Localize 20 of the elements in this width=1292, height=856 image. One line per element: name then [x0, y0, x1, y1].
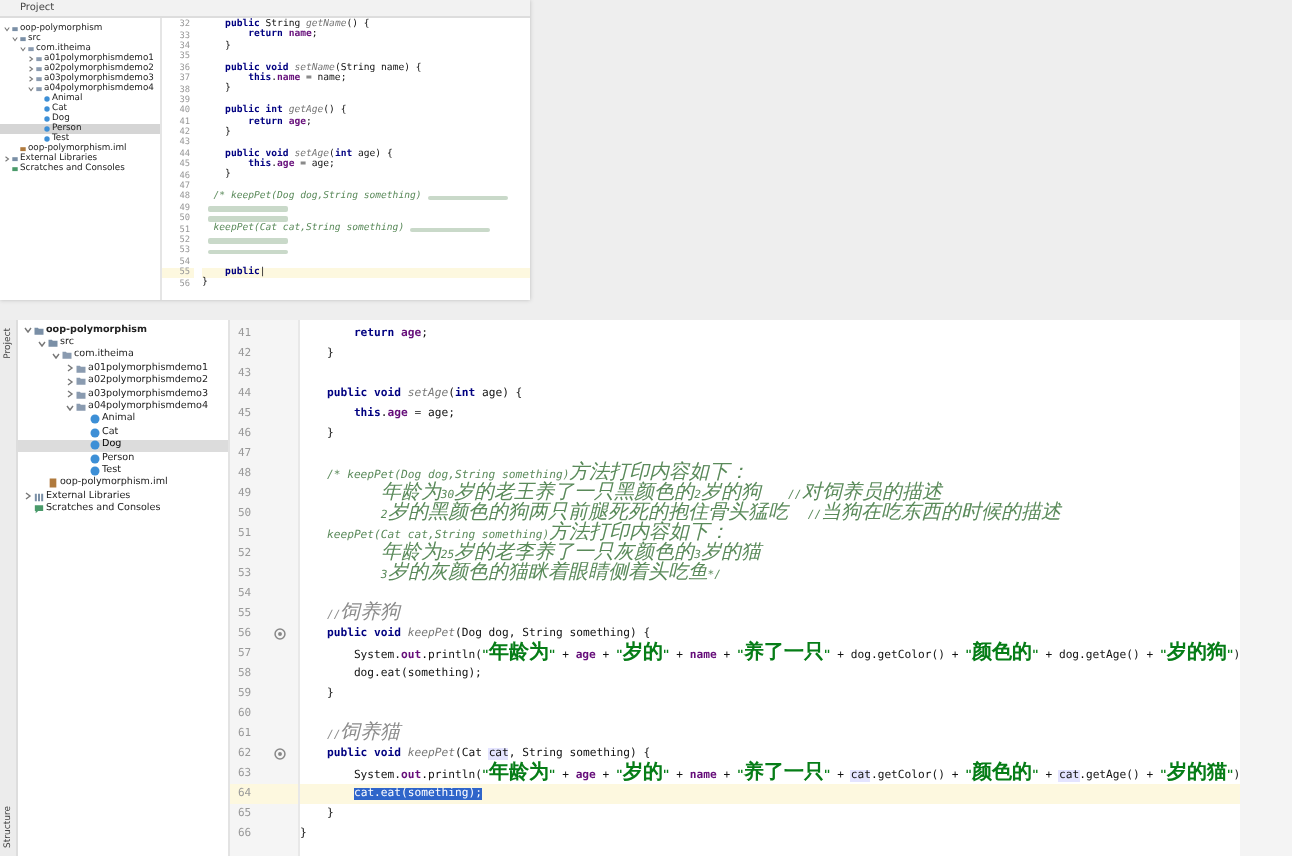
- file-icon: [20, 146, 26, 152]
- override-icon[interactable]: [274, 628, 286, 640]
- chevron-icon[interactable]: [66, 364, 74, 373]
- chevron-icon[interactable]: [66, 390, 74, 399]
- chevron-icon[interactable]: [24, 326, 32, 335]
- chevron-icon[interactable]: [38, 339, 46, 348]
- chevron-icon[interactable]: [66, 377, 74, 386]
- chevron-icon[interactable]: [20, 46, 26, 52]
- chevron-icon[interactable]: [4, 156, 10, 162]
- override-icon[interactable]: [274, 748, 286, 760]
- chevron-icon[interactable]: [52, 351, 60, 360]
- chevron-icon[interactable]: [4, 26, 10, 32]
- chevron-icon[interactable]: [28, 86, 34, 92]
- file-icon: [48, 478, 58, 489]
- chevron-icon[interactable]: [28, 76, 34, 82]
- chevron-icon[interactable]: [28, 56, 34, 62]
- chevron-icon[interactable]: [28, 66, 34, 72]
- chevron-icon[interactable]: [12, 36, 18, 42]
- chevron-icon[interactable]: [66, 403, 74, 412]
- chevron-icon[interactable]: [24, 492, 32, 501]
